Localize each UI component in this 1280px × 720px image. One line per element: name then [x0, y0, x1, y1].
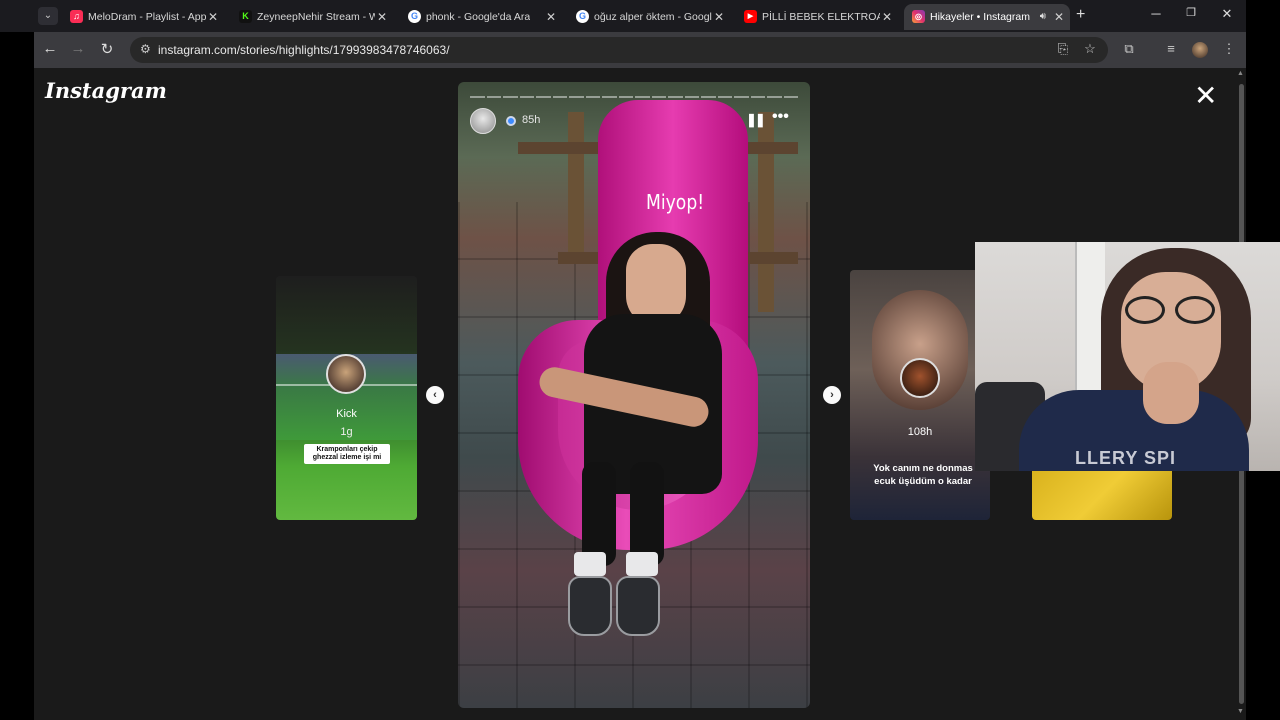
shirt-print: LLERY SPI [1075, 448, 1177, 468]
progress-segment [519, 96, 534, 98]
youtube-icon: ▶ [744, 10, 757, 23]
progress-segment [767, 96, 782, 98]
tab-strip: ⌄ ♫ MeloDram - Playlist - Appl ✕ K Zeyne… [0, 0, 1246, 32]
tab-oguz-alper[interactable]: G oğuz alper öktem - Google ✕ [568, 4, 730, 30]
close-window-button[interactable]: ✕ [1217, 6, 1237, 22]
progress-segment [750, 96, 765, 98]
progress-segment [552, 96, 567, 98]
progress-segment [635, 96, 650, 98]
new-tab-button[interactable]: + [1076, 6, 1085, 24]
progress-segment [569, 96, 584, 98]
story-time: 1g [340, 426, 353, 438]
forward-button[interactable]: → [68, 40, 88, 57]
kick-icon: K [239, 10, 252, 23]
pause-icon[interactable]: ❚❚ [746, 112, 766, 128]
tab-zeyneepnehir[interactable]: K ZeyneepNehir Stream - W ✕ [231, 4, 393, 30]
address-bar[interactable]: ⚙ instagram.com/stories/highlights/17993… [130, 37, 1108, 63]
progress-segment [618, 96, 633, 98]
scroll-down-arrow[interactable]: ▼ [1237, 708, 1244, 715]
progress-segment [503, 96, 518, 98]
avatar [900, 358, 940, 398]
extensions-icon[interactable]: ⧉ [1120, 41, 1138, 57]
close-tab-icon[interactable]: ✕ [882, 4, 892, 30]
story-text: Yok canım ne donmas ecuk üşüdüm o kadar [873, 463, 973, 487]
close-tab-icon[interactable]: ✕ [208, 4, 218, 30]
progress-segment [470, 96, 485, 98]
close-tab-icon[interactable]: ✕ [377, 4, 387, 30]
progress-segment [684, 96, 699, 98]
next-story-card[interactable]: 108h Yok canım ne donmas ecuk üşüdüm o k… [850, 270, 990, 520]
story-progress-bar [470, 96, 798, 98]
install-app-icon[interactable]: ⎘ [1054, 41, 1072, 57]
progress-segment [585, 96, 600, 98]
progress-segment [668, 96, 683, 98]
progress-segment [783, 96, 798, 98]
next-story-arrow[interactable]: › [823, 386, 841, 404]
google-icon: G [576, 10, 589, 23]
site-info-icon[interactable]: ⚙ [140, 42, 151, 56]
close-tab-icon[interactable]: ✕ [714, 4, 724, 30]
highlight-icon [506, 116, 516, 126]
story-time: 85h [522, 114, 541, 126]
tab-instagram[interactable]: ◎ Hikayeler • Instagram 🔊︎ ✕ [904, 4, 1070, 30]
reload-button[interactable]: ↻ [97, 40, 117, 58]
progress-segment [701, 96, 716, 98]
scroll-up-arrow[interactable]: ▲ [1237, 70, 1244, 77]
close-story-button[interactable]: ✕ [1194, 82, 1217, 110]
story-caption: Miyop! [646, 190, 705, 214]
active-story[interactable]: 85h ❚❚ ••• Miyop! [458, 82, 810, 708]
upcoming-story-card[interactable] [1032, 470, 1172, 520]
instagram-icon: ◎ [912, 10, 925, 23]
story-username: Kick [336, 408, 357, 420]
avatar [326, 354, 366, 394]
menu-icon[interactable]: ⋮ [1220, 41, 1238, 57]
avatar[interactable] [470, 108, 496, 134]
instagram-logo[interactable]: Instagram [45, 78, 167, 103]
media-controls-icon[interactable]: ≡ [1162, 41, 1180, 56]
profile-avatar[interactable] [1192, 42, 1208, 58]
tab-phonk[interactable]: G phonk - Google'da Ara ✕ [400, 4, 562, 30]
tab-pilli-bebek[interactable]: ▶ PİLLİ BEBEK ELEKTROAKUS ✕ [736, 4, 898, 30]
close-tab-icon[interactable]: ✕ [1054, 4, 1064, 30]
progress-segment [536, 96, 551, 98]
music-icon: ♫ [70, 10, 83, 23]
google-icon: G [408, 10, 421, 23]
browser-toolbar: ← → ↻ ⚙ instagram.com/stories/highlights… [34, 32, 1246, 68]
previous-story-arrow[interactable]: ‹ [426, 386, 444, 404]
story-sticker-text: Kramponları çekip ghezzal izleme işi mi [304, 444, 390, 464]
previous-story-card[interactable]: Kick 1g Kramponları çekip ghezzal izleme… [276, 276, 417, 520]
progress-segment [651, 96, 666, 98]
webcam-overlay: LLERY SPI [975, 242, 1280, 471]
progress-segment [734, 96, 749, 98]
more-options-icon[interactable]: ••• [772, 108, 789, 126]
close-tab-icon[interactable]: ✕ [546, 4, 556, 30]
progress-segment [486, 96, 501, 98]
restore-button[interactable]: ❐ [1181, 6, 1201, 19]
progress-segment [602, 96, 617, 98]
url-text: instagram.com/stories/highlights/1799398… [158, 43, 450, 57]
minimize-button[interactable]: ─ [1146, 6, 1166, 21]
bookmark-star-icon[interactable]: ☆ [1081, 41, 1099, 57]
progress-segment [717, 96, 732, 98]
tab-melodram[interactable]: ♫ MeloDram - Playlist - Appl ✕ [62, 4, 224, 30]
tab-search-button[interactable]: ⌄ [38, 7, 58, 25]
speaker-icon[interactable]: 🔊︎ [1040, 4, 1046, 30]
story-time: 108h [907, 426, 933, 438]
back-button[interactable]: ← [40, 40, 60, 57]
